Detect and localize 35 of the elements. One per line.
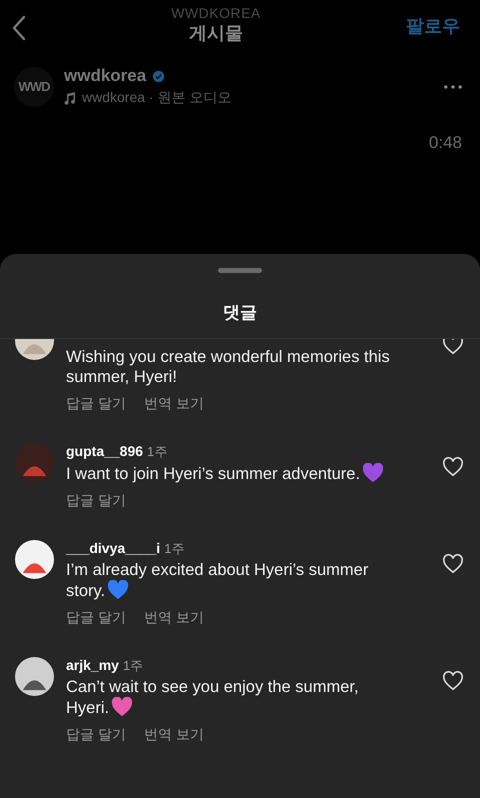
comment-text: Wishing you create wonderful memories this summer, Hyeri! [66, 348, 390, 386]
video-duration: 0:48 [428, 133, 462, 153]
comment-action-link[interactable]: 번역 보기 [144, 395, 204, 413]
comment-action-link[interactable]: 답글 달기 [66, 726, 126, 744]
audio-label[interactable]: wwdkorea · 원본 오디오 [82, 89, 232, 107]
like-icon[interactable] [442, 339, 464, 355]
more-icon[interactable] [444, 84, 462, 88]
account-avatar[interactable]: WWD [14, 66, 54, 106]
comment-text: I’m already excited about Hyeri’s summer story. [66, 561, 368, 600]
comment-action-link[interactable]: 답글 달기 [66, 395, 126, 413]
comment-time: 1주 [164, 540, 184, 558]
comment-action-link[interactable]: 번역 보기 [144, 609, 204, 627]
account-caption: WWDKOREA [171, 5, 261, 21]
comment-text: Can’t wait to see you enjoy the summer, Hyeri. [66, 678, 359, 717]
music-note-icon [64, 91, 76, 105]
sheet-title: 댓글 [0, 273, 480, 339]
comment-username[interactable]: ___divya____i [66, 540, 160, 556]
comment-action-link[interactable]: 답글 달기 [66, 609, 126, 627]
comment-text: I want to join Hyeri’s summer adventure. [66, 465, 360, 483]
comment-action-link[interactable]: 답글 달기 [66, 492, 126, 510]
page-title: 게시물 [189, 22, 243, 45]
drag-handle[interactable] [218, 268, 262, 273]
account-name[interactable]: wwdkorea [64, 66, 146, 86]
like-icon[interactable] [442, 671, 464, 691]
comment-action-link[interactable]: 번역 보기 [144, 726, 204, 744]
avatar[interactable] [15, 657, 54, 696]
comment-username[interactable]: gupta__896 [66, 443, 144, 459]
back-icon[interactable] [12, 15, 26, 41]
like-icon[interactable] [442, 457, 464, 477]
avatar[interactable] [15, 540, 54, 579]
like-icon[interactable] [442, 554, 464, 574]
comment-username[interactable]: arjk_my [66, 657, 119, 673]
comment-time: 1주 [147, 443, 168, 461]
follow-button[interactable]: 팔로우 [406, 14, 460, 38]
comment-time: 1주 [122, 657, 144, 675]
